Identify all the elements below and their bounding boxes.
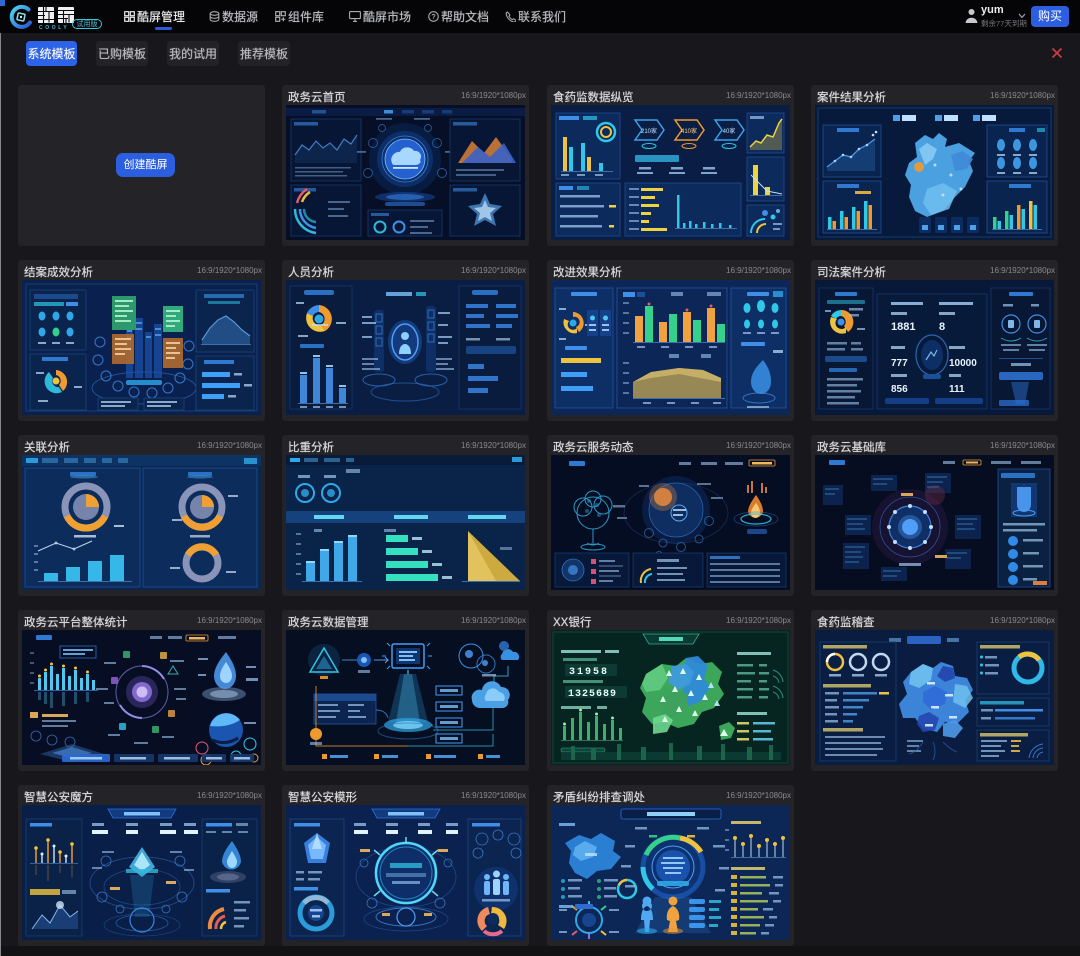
- svg-text:1325689: 1325689: [568, 689, 617, 700]
- svg-text:8: 8: [939, 321, 945, 333]
- svg-text:111: 111: [949, 384, 965, 395]
- svg-text:10000: 10000: [949, 358, 977, 369]
- svg-text:?: ?: [431, 12, 435, 21]
- svg-text:40家: 40家: [723, 127, 736, 135]
- svg-text:31958: 31958: [569, 667, 609, 678]
- svg-text:1881: 1881: [891, 321, 915, 333]
- svg-text:210家: 210家: [641, 127, 657, 135]
- svg-text:410家: 410家: [681, 127, 697, 135]
- svg-text:777: 777: [891, 358, 908, 369]
- svg-text:856: 856: [891, 384, 908, 395]
